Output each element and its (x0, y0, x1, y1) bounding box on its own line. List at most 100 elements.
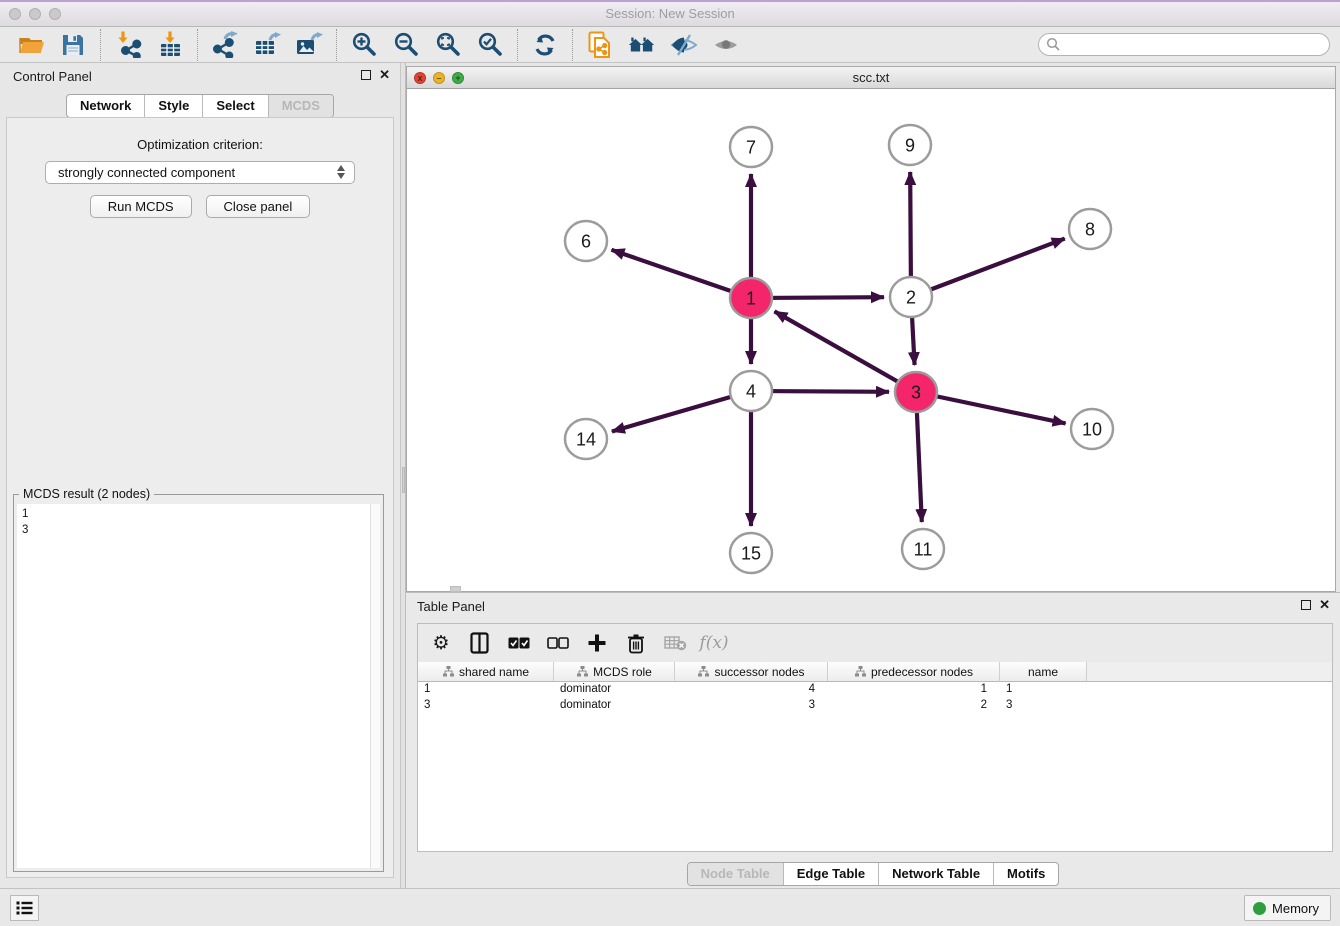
graph-node-label: 3 (911, 383, 921, 403)
column-header-mcds-role[interactable]: MCDS role (554, 662, 675, 682)
show-graphics-details-button[interactable] (712, 31, 740, 59)
float-panel-icon[interactable] (361, 70, 371, 80)
gear-icon: ⚙ (432, 632, 449, 654)
search-input[interactable] (1038, 33, 1330, 56)
table-panel: Table Panel ✕ ⚙ (406, 592, 1340, 888)
home-button[interactable] (628, 31, 656, 59)
save-floppy-icon (60, 32, 86, 58)
list-icon (16, 901, 33, 915)
show-panels-button[interactable] (10, 895, 39, 921)
export-network-button[interactable] (211, 31, 239, 59)
import-table-button[interactable] (156, 31, 184, 59)
mcds-panel: Optimization criterion: strongly connect… (6, 117, 394, 878)
graph-node-label: 9 (905, 136, 915, 156)
close-panel-icon[interactable]: ✕ (379, 69, 390, 80)
search-icon (1046, 37, 1061, 52)
session-title: Session: New Session (0, 0, 1340, 27)
checked-boxes-icon (508, 637, 530, 649)
minimize-window-button[interactable] (29, 8, 41, 20)
result-scrollbar[interactable] (370, 504, 380, 868)
graph-edge-2-8[interactable] (911, 239, 1065, 297)
hide-graphics-details-button[interactable] (670, 31, 698, 59)
application-window: Session: New Session (0, 0, 1340, 926)
export-image-button[interactable] (295, 31, 323, 59)
table-header-row: shared name MCDS role (418, 662, 1332, 682)
cell-shared-name: 1 (418, 682, 554, 698)
show-column-button[interactable] (465, 628, 495, 658)
table-row[interactable]: 1 dominator 4 1 1 (418, 682, 1332, 698)
delete-table-icon (664, 635, 687, 651)
graph-edge-3-10[interactable] (916, 392, 1066, 423)
import-network-button[interactable] (114, 31, 142, 59)
delete-table-button[interactable] (660, 628, 690, 658)
network-canvas[interactable]: 7968124314101511 (407, 89, 1335, 591)
column-header-name[interactable]: name (1000, 662, 1087, 682)
zoom-out-button[interactable] (392, 31, 420, 59)
zoom-selected-icon (477, 32, 503, 58)
memory-button[interactable]: Memory (1244, 895, 1331, 921)
graph-node-label: 4 (746, 382, 756, 402)
open-session-button[interactable] (17, 31, 45, 59)
splitter-grip[interactable] (402, 467, 405, 493)
mcds-result-list[interactable]: 1 3 (17, 504, 380, 868)
header-filler (1087, 662, 1332, 682)
tab-network[interactable]: Network (67, 95, 145, 117)
add-row-button[interactable] (582, 628, 612, 658)
tab-edge-table[interactable]: Edge Table (784, 863, 879, 885)
tab-mcds[interactable]: MCDS (269, 95, 333, 117)
export-table-button[interactable] (253, 31, 281, 59)
float-table-panel-icon[interactable] (1301, 600, 1311, 610)
delete-row-button[interactable] (621, 628, 651, 658)
save-session-button[interactable] (59, 31, 87, 59)
optimization-criterion-select[interactable]: strongly connected component (45, 161, 355, 184)
tab-style[interactable]: Style (145, 95, 203, 117)
zoom-fit-button[interactable] (434, 31, 462, 59)
column-header-shared-name[interactable]: shared name (418, 662, 554, 682)
main-area: Control Panel ✕ Network Style Select MCD… (0, 63, 1340, 888)
tab-select[interactable]: Select (203, 95, 268, 117)
select-all-button[interactable] (504, 628, 534, 658)
graph-node-label: 7 (746, 138, 756, 158)
hierarchy-icon (442, 665, 455, 678)
close-table-panel-icon[interactable]: ✕ (1319, 599, 1330, 610)
eye-slash-icon (670, 32, 698, 58)
function-builder-button[interactable]: f(x) (699, 628, 729, 658)
toolbar-separator (197, 29, 198, 61)
column-header-predecessor-nodes[interactable]: predecessor nodes (828, 662, 1000, 682)
tab-motifs[interactable]: Motifs (994, 863, 1058, 885)
table-row[interactable]: 3 dominator 3 2 3 (418, 698, 1332, 714)
close-window-button[interactable] (9, 8, 21, 20)
control-panel: Control Panel ✕ Network Style Select MCD… (0, 63, 400, 888)
tab-network-table[interactable]: Network Table (879, 863, 994, 885)
graph-node-label: 11 (914, 540, 933, 560)
mcds-result-line: 3 (22, 522, 375, 538)
graph-edge-3-1[interactable] (774, 311, 916, 392)
network-minimize-button[interactable]: – (433, 72, 445, 84)
main-toolbar (0, 27, 1340, 63)
graph-node-label: 15 (741, 544, 761, 564)
hierarchy-icon (576, 665, 589, 678)
graph-node-label: 1 (746, 289, 756, 309)
column-header-successor-nodes[interactable]: successor nodes (675, 662, 828, 682)
plus-icon (587, 633, 607, 653)
graph-node-label: 8 (1085, 220, 1095, 240)
zoom-in-button[interactable] (350, 31, 378, 59)
tab-node-table[interactable]: Node Table (688, 863, 784, 885)
zoom-window-button[interactable] (49, 8, 61, 20)
deselect-all-button[interactable] (543, 628, 573, 658)
columns-icon (470, 632, 490, 654)
run-mcds-button[interactable]: Run MCDS (90, 195, 192, 218)
fx-icon: f(x) (699, 633, 728, 653)
node-table: shared name MCDS role (418, 662, 1332, 851)
network-window-titlebar: x – + scc.txt (407, 67, 1335, 89)
close-panel-button[interactable]: Close panel (206, 195, 311, 218)
open-network-file-button[interactable] (586, 31, 614, 59)
zoom-selected-button[interactable] (476, 31, 504, 59)
window-controls (9, 8, 61, 20)
network-close-button[interactable]: x (414, 72, 426, 84)
network-maximize-button[interactable]: + (452, 72, 464, 84)
export-image-icon (295, 31, 323, 58)
toolbar-separator (572, 29, 573, 61)
refresh-button[interactable] (531, 31, 559, 59)
table-settings-button[interactable]: ⚙ (426, 628, 456, 658)
